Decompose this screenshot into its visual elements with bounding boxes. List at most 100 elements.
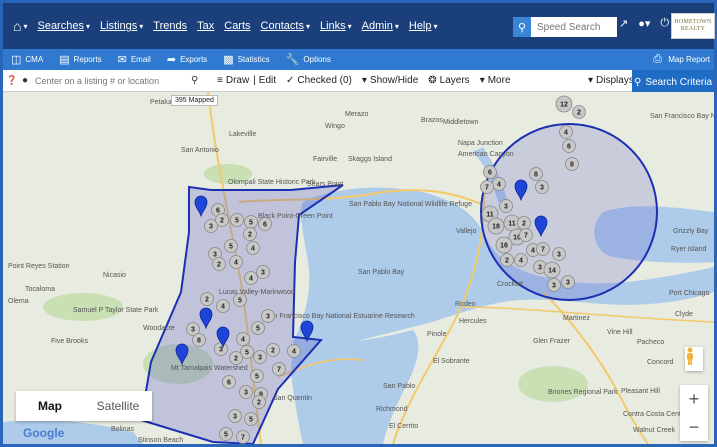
listing-cluster[interactable]: 5 [251, 321, 265, 335]
nav-item-contacts[interactable]: Contacts ▾ [261, 20, 310, 32]
listing-cluster[interactable]: 4 [236, 332, 250, 346]
nav-item-links[interactable]: Links ▾ [320, 20, 352, 32]
listing-cluster[interactable]: 18 [487, 217, 505, 235]
listing-cluster[interactable]: 3 [561, 275, 575, 289]
listing-cluster[interactable]: 3 [204, 219, 218, 233]
map-type-satellite-button[interactable]: Satellite [84, 391, 152, 421]
listing-cluster[interactable]: 4 [492, 177, 506, 191]
listing-cluster[interactable]: 2 [500, 253, 514, 267]
listing-cluster[interactable]: 3 [214, 342, 228, 356]
listing-cluster[interactable]: 3 [535, 180, 549, 194]
listing-cluster[interactable]: 2 [252, 395, 266, 409]
place-label: Grizzly Bay [673, 228, 709, 235]
listing-cluster[interactable]: 2 [200, 292, 214, 306]
listing-cluster[interactable]: 14 [543, 261, 561, 279]
listing-cluster[interactable]: 4 [244, 271, 258, 285]
listing-cluster[interactable]: 5 [244, 215, 258, 229]
listing-cluster[interactable]: 2 [212, 257, 226, 271]
listing-cluster[interactable]: 6 [483, 165, 497, 179]
caret-down-icon: ▾ [361, 75, 367, 86]
show-hide-dropdown[interactable]: ▾ Show/Hide [362, 75, 418, 86]
listing-cluster[interactable]: 5 [219, 427, 233, 441]
edit-button[interactable]: | Edit [253, 75, 276, 86]
listing-cluster[interactable]: 2 [572, 105, 586, 119]
listing-cluster[interactable]: 2 [517, 216, 531, 230]
listing-cluster[interactable]: 4 [559, 125, 573, 139]
listing-cluster[interactable]: 7 [536, 242, 550, 256]
listing-cluster[interactable]: 5 [233, 293, 247, 307]
listing-cluster[interactable]: 12 [555, 95, 573, 113]
draw-button[interactable]: ≡ Draw [217, 75, 249, 86]
cluster-count: 2 [271, 348, 275, 355]
email-button[interactable]: ✉ Email [110, 53, 159, 66]
zoom-out-button[interactable]: − [689, 417, 700, 438]
listing-cluster[interactable]: 3 [256, 265, 270, 279]
listing-cluster[interactable]: 4 [216, 299, 230, 313]
help-icon[interactable]: ❓ [5, 75, 19, 86]
nav-item-carts[interactable]: Carts [224, 20, 250, 32]
listing-cluster[interactable]: 3 [239, 385, 253, 399]
nav-item-trends[interactable]: Trends [153, 20, 187, 32]
cluster-count: 2 [505, 258, 509, 265]
listing-cluster[interactable]: 6 [222, 375, 236, 389]
exports-button[interactable]: ➦ Exports [159, 53, 215, 66]
listing-cluster[interactable]: 7 [480, 180, 494, 194]
nav-item-tax[interactable]: Tax [197, 20, 214, 32]
map-report-button[interactable]: ⎙ Map Report [653, 49, 710, 70]
cluster-count: 3 [209, 224, 213, 231]
listing-cluster[interactable]: 5 [244, 412, 258, 426]
statistics-button[interactable]: ▩ Statistics [215, 53, 277, 66]
more-dropdown[interactable]: ▾ More [480, 75, 511, 86]
zoom-in-button[interactable]: + [689, 389, 700, 410]
home-menu[interactable]: ⌂ ▾ [13, 18, 27, 34]
displays-dropdown[interactable]: ▾ Displays [588, 75, 634, 86]
reports-button[interactable]: ▤ Reports [51, 53, 109, 66]
speed-search-input[interactable] [531, 17, 617, 37]
nav-item-admin[interactable]: Admin ▾ [362, 20, 399, 32]
listing-cluster[interactable]: 3 [253, 350, 267, 364]
cma-button[interactable]: ◫ CMA [3, 53, 51, 66]
listing-cluster[interactable]: 4 [287, 344, 301, 358]
search-icon[interactable]: ⚲ [513, 17, 531, 37]
place-label: San Pablo Bay National Wildlife Refuge [349, 201, 472, 208]
map-canvas[interactable]: Petaluma Merazo Brazos Middletown Wingo Lakev… [3, 92, 714, 444]
listing-cluster[interactable]: 8 [192, 333, 206, 347]
listing-cluster[interactable]: 2 [243, 227, 257, 241]
listing-cluster[interactable]: 8 [529, 167, 543, 181]
listing-cluster[interactable]: 3 [261, 309, 275, 323]
listing-cluster[interactable]: 7 [236, 430, 250, 444]
listing-cluster[interactable]: 2 [229, 351, 243, 365]
map-type-map-button[interactable]: Map [16, 391, 84, 421]
cluster-count: 5 [238, 298, 242, 305]
user-icon[interactable]: ●▾ [638, 17, 650, 30]
place-label: Point Reyes Station [8, 263, 70, 270]
listing-cluster[interactable]: 6 [258, 217, 272, 231]
listing-cluster[interactable]: 3 [547, 278, 561, 292]
listing-cluster[interactable]: 7 [272, 362, 286, 376]
nav-item-searches[interactable]: Searches ▾ [37, 20, 90, 32]
listing-cluster[interactable]: 2 [266, 343, 280, 357]
external-link-icon[interactable]: ↗ [619, 17, 628, 30]
listing-cluster[interactable]: 5 [230, 213, 244, 227]
listing-cluster[interactable]: 4 [514, 253, 528, 267]
listing-cluster[interactable]: 5 [250, 369, 264, 383]
nav-item-listings[interactable]: Listings ▾ [100, 20, 143, 32]
search-icon[interactable]: ⚲ [191, 75, 207, 86]
listing-cluster[interactable]: 4 [246, 241, 260, 255]
location-input[interactable] [31, 75, 181, 86]
listing-cluster[interactable]: 5 [224, 239, 238, 253]
checked-button[interactable]: ✓ Checked (0) [286, 75, 352, 86]
nav-item-help[interactable]: Help ▾ [409, 20, 438, 32]
power-icon[interactable]: ⏻ [660, 17, 669, 30]
listing-cluster[interactable]: 3 [228, 409, 242, 423]
listing-cluster[interactable]: 8 [565, 157, 579, 171]
listing-cluster[interactable]: 3 [499, 199, 513, 213]
layers-dropdown[interactable]: ❂ Layers [428, 75, 469, 86]
listing-cluster[interactable]: 16 [495, 236, 513, 254]
street-view-pegman-icon[interactable] [685, 347, 703, 371]
listing-cluster[interactable]: 6 [562, 139, 576, 153]
listing-cluster[interactable]: 3 [552, 247, 566, 261]
listing-cluster[interactable]: 7 [519, 228, 533, 242]
options-button[interactable]: 🔧 Options [278, 53, 339, 66]
listing-cluster[interactable]: 4 [229, 255, 243, 269]
